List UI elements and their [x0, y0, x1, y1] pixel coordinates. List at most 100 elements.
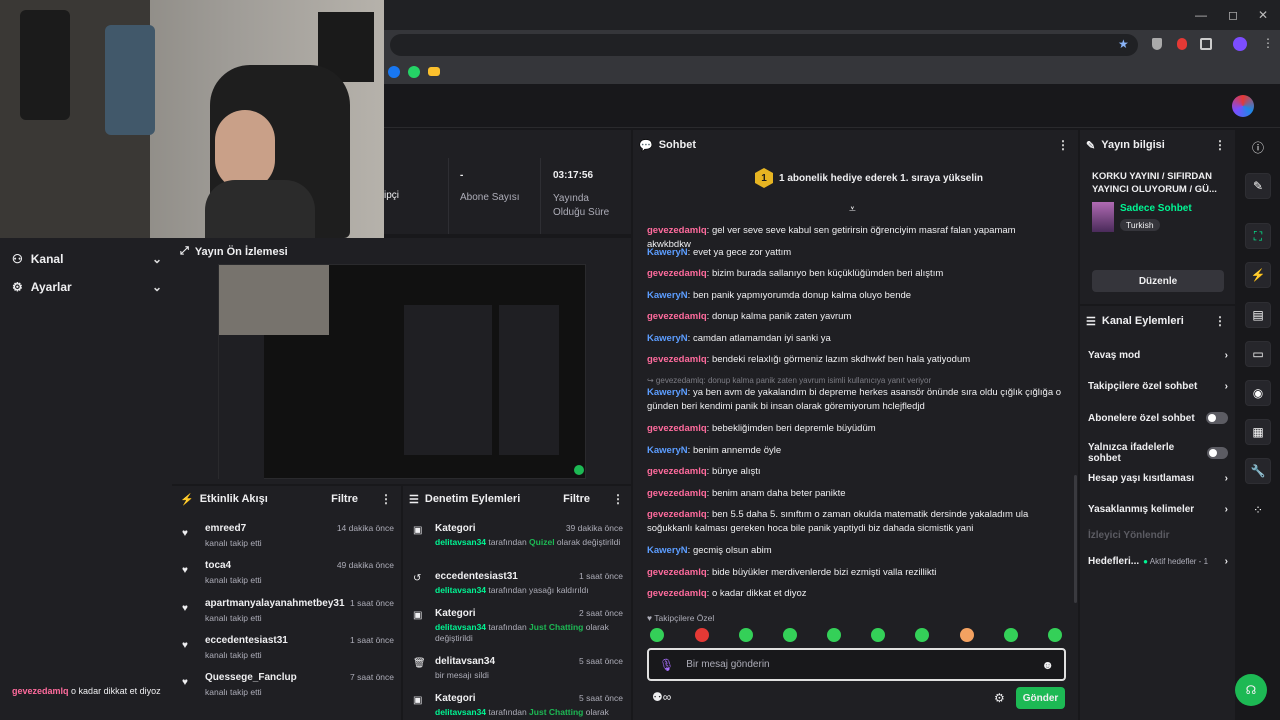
facebook-icon[interactable] — [388, 66, 400, 78]
more-icon[interactable]: ⋮ — [1214, 314, 1226, 328]
chat-message[interactable]: gevezedamlq: bünye alıştı — [647, 465, 1062, 479]
wrench-icon[interactable]: 🔧 — [1245, 458, 1271, 484]
action-subs-only[interactable]: Abonelere özel sohbet — [1088, 412, 1228, 424]
activity-item[interactable]: ♥ apartmanyalayanahmetbey31 kanalı takip … — [182, 598, 394, 623]
nav-item-ayarlar[interactable]: ⚙ Ayarlar ⌄ — [12, 280, 162, 294]
action-goals[interactable]: Hedefleri... ● Aktif hedefler - 1 › — [1088, 556, 1228, 567]
emote-icon[interactable] — [915, 628, 929, 642]
chat-message[interactable]: gevezedamlq: bizim burada sallanıyo ben … — [647, 267, 1062, 281]
chat-message[interactable]: KaweryN: benim annemde öyle — [647, 444, 1062, 458]
record-extension-icon[interactable] — [1177, 38, 1187, 50]
help-headset-icon[interactable]: ☊ — [1235, 674, 1267, 706]
pinned-arrow-icon[interactable]: ⩡ — [849, 202, 856, 217]
action-slow-mode[interactable]: Yavaş mod › — [1088, 350, 1228, 361]
chat-message[interactable]: gevezedamlq: bebekliğimden beri depremle… — [647, 422, 1062, 436]
chat-message[interactable]: KaweryN: camdan atlamamdan iyi sanki ya — [647, 332, 1062, 346]
broadcast-icon[interactable]: ◉ — [1245, 380, 1271, 406]
emote-icon[interactable] — [695, 628, 709, 642]
stream-preview-video[interactable] — [218, 264, 586, 480]
divider — [540, 158, 541, 234]
mod-action-item[interactable]: ▣ Kategori delitavsan34 tarafından Just … — [413, 608, 623, 644]
subs-only-toggle[interactable] — [1206, 412, 1228, 424]
chat-message[interactable]: gevezedamlq: bide büyükler merdivenlerde… — [647, 566, 1062, 580]
activity-item[interactable]: ♥ eccedentesiast31 kanalı takip etti 1 sa… — [182, 635, 394, 660]
chevron-right-icon: › — [1224, 556, 1228, 567]
more-icon[interactable]: ⋮ — [612, 492, 624, 506]
emote-icon[interactable] — [1004, 628, 1018, 642]
activity-item[interactable]: ♥ toca4 kanalı takip etti 49 dakika önce — [182, 560, 394, 585]
followers-only-label: ♥ Takipçilere Özel — [647, 613, 715, 623]
extensions-icon[interactable] — [1200, 38, 1212, 50]
profile-icon[interactable] — [1233, 37, 1247, 51]
info-icon[interactable]: ⓘ — [1245, 134, 1271, 160]
mod-action-item[interactable]: ▣ Kategori delitavsan34 tarafından Quize… — [413, 523, 623, 548]
action-account-age[interactable]: Hesap yaşı kısıtlaması › — [1088, 473, 1228, 484]
emote-icon[interactable] — [871, 628, 885, 642]
action-emote-only[interactable]: Yalnızca ifadelerle sohbet — [1088, 442, 1228, 464]
mod-action-item[interactable]: ▣ Kategori delitavsan34 tarafından Just … — [413, 693, 623, 718]
emote-only-toggle[interactable] — [1206, 447, 1228, 459]
emote-icon[interactable] — [739, 628, 753, 642]
sub-gift-banner[interactable]: 1 1 abonelik hediye ederek 1. sıraya yük… — [755, 168, 983, 188]
mod-action-item[interactable]: ↺ eccedentesiast31 delitavsan34 tarafınd… — [413, 571, 623, 596]
nav-item-kanal[interactable]: ⚇ Kanal ⌄ — [12, 252, 162, 266]
maximize-button[interactable]: ◻ — [1228, 8, 1238, 22]
document-icon[interactable]: ▤ — [1245, 302, 1271, 328]
stream-info-panel: ✎ Yayın bilgisi ⋮ KORKU YAYINI / SIFIRDA… — [1080, 130, 1235, 304]
expand-icon[interactable]: ⤢ — [180, 245, 189, 258]
extensions-icon[interactable]: ⁘ — [1245, 497, 1271, 523]
edit-button[interactable]: Düzenle — [1092, 270, 1224, 292]
edit-icon[interactable]: ✎ — [1245, 173, 1271, 199]
shield-extension-icon[interactable] — [1152, 38, 1162, 50]
stream-category[interactable]: Sadece Sohbet — [1120, 203, 1192, 214]
preview-info — [499, 305, 559, 455]
chat-message[interactable]: gevezedamlq: donup kalma panik zaten yav… — [647, 310, 1062, 324]
chat-settings-icon[interactable]: ⚙ — [994, 691, 1005, 705]
activity-item[interactable]: ♥ emreed7 kanalı takip etti 14 dakika önc… — [182, 523, 394, 548]
lightning-icon[interactable]: ⚡ — [1245, 262, 1271, 288]
mod-action-item[interactable]: 🗑 delitavsan34 bir mesajı sildi 5 saat ö… — [413, 656, 623, 681]
chat-input[interactable]: 🎙 Bir mesaj gönderin ☻ — [647, 648, 1066, 681]
browser-menu-icon[interactable]: ⋮ — [1262, 36, 1274, 50]
chat-message[interactable]: KaweryN: ben panik yapmıyorumda donup ka… — [647, 289, 1062, 303]
chat-message[interactable]: KaweryN: gecmiş olsun abim — [647, 544, 1062, 558]
whatsapp-icon[interactable] — [408, 66, 420, 78]
channel-points-icon[interactable]: ⚉∞ — [652, 690, 671, 704]
category-thumbnail[interactable] — [1092, 202, 1114, 232]
clip-icon[interactable]: ⛶ — [1245, 223, 1271, 249]
minimize-button[interactable]: — — [1195, 8, 1207, 22]
chat-scrollbar[interactable] — [1074, 475, 1077, 603]
mod-filter-button[interactable]: Filtre — [563, 493, 590, 505]
activity-filter-button[interactable]: Filtre — [331, 493, 358, 505]
emote-icon[interactable] — [783, 628, 797, 642]
layout-icon[interactable]: ▦ — [1245, 419, 1271, 445]
emote-icon[interactable] — [650, 628, 664, 642]
chat-message[interactable]: gevezedamlq: o kadar dikkat et diyoz — [647, 587, 1062, 601]
emote-icon[interactable] — [1048, 628, 1062, 642]
action-followers-only[interactable]: Takipçilere özel sohbet › — [1088, 381, 1228, 392]
close-window-button[interactable]: ✕ — [1258, 8, 1268, 22]
microphone-icon[interactable]: 🎙 — [659, 658, 674, 672]
more-icon[interactable]: ⋮ — [1214, 138, 1226, 152]
more-icon[interactable]: ⋮ — [1057, 138, 1069, 152]
emote-icon[interactable] — [827, 628, 841, 642]
chat-icon[interactable]: ▭ — [1245, 341, 1271, 367]
more-icon[interactable]: ⋮ — [380, 492, 392, 506]
chat-message[interactable]: gevezedamlq: benim anam daha beter panik… — [647, 487, 1062, 501]
emoji-icon[interactable]: ☻ — [1041, 658, 1054, 672]
chat-message[interactable]: KaweryN: evet ya gece zor yattım — [647, 246, 1062, 260]
chat-message[interactable]: KaweryN: ya ben avm de yakalandım bi dep… — [647, 386, 1062, 415]
stream-info-header: ✎ Yayın bilgisi ⋮ — [1086, 138, 1226, 152]
activity-header: ⚡ Etkinlik Akışı Filtre ⋮ — [180, 492, 392, 506]
tag-chip[interactable]: Turkish — [1120, 219, 1160, 231]
send-button[interactable]: Gönder — [1016, 687, 1065, 709]
folder-icon[interactable] — [428, 67, 440, 76]
chat-message[interactable]: gevezedamlq: ben 5.5 daha 5. sınıftım o … — [647, 508, 1062, 537]
emote-icon[interactable] — [960, 628, 974, 642]
activity-item[interactable]: ♥ Quessege_Fanclup kanalı takip etti 7 sa… — [182, 672, 394, 697]
chat-message[interactable]: gevezedamlq: bendeki relaxlığı görmeniz … — [647, 353, 1062, 367]
star-icon[interactable]: ★ — [1118, 37, 1129, 51]
user-avatar[interactable] — [1232, 95, 1254, 117]
action-banned-words[interactable]: Yasaklanmış kelimeler › — [1088, 504, 1228, 515]
address-bar[interactable] — [390, 34, 1138, 56]
